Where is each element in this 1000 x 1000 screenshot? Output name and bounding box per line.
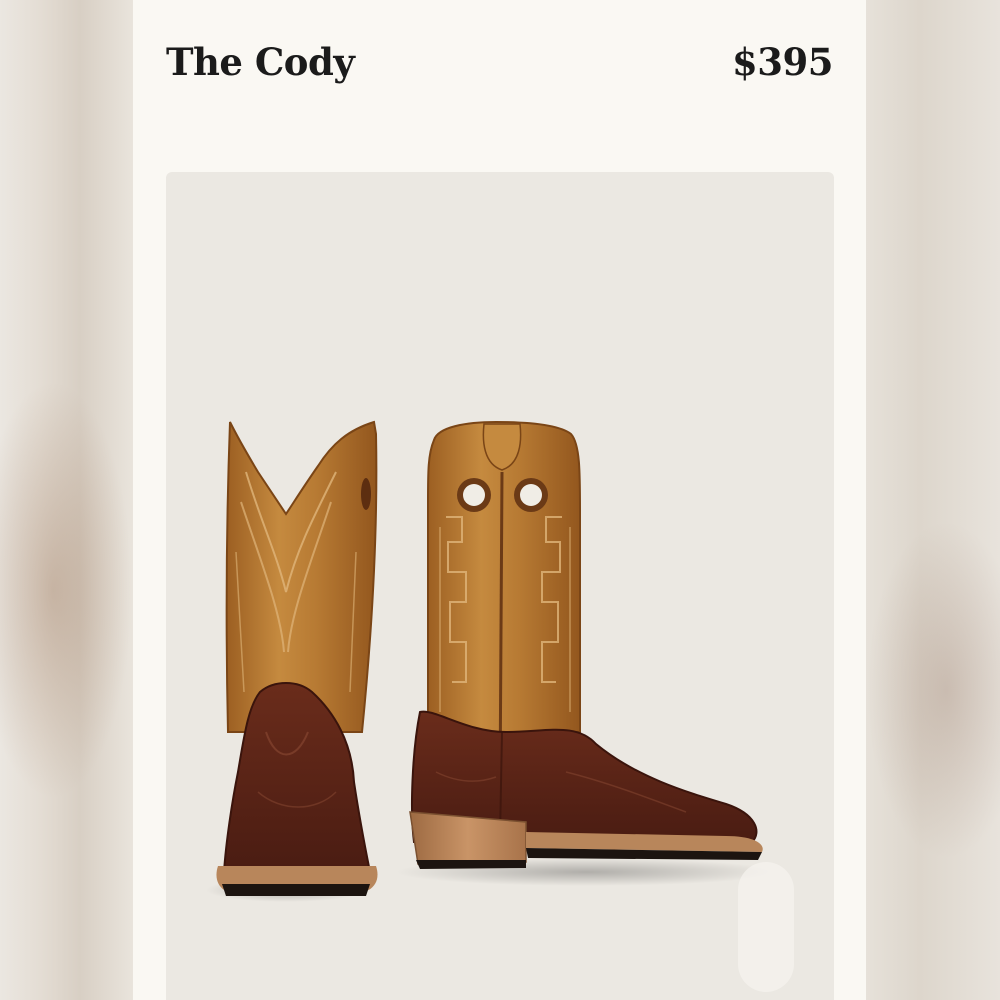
backdrop-blur-left [0, 380, 133, 800]
backdrop-blur-right [866, 520, 1000, 860]
product-image[interactable] [166, 172, 834, 1000]
front-boot [216, 420, 378, 896]
product-title: The Cody [166, 40, 355, 84]
product-price: $395 [732, 40, 833, 84]
cowboy-boots-image [206, 420, 794, 992]
side-boot [409, 420, 763, 869]
glare-highlight [738, 862, 794, 992]
product-card[interactable]: The Cody $395 [133, 0, 866, 1000]
